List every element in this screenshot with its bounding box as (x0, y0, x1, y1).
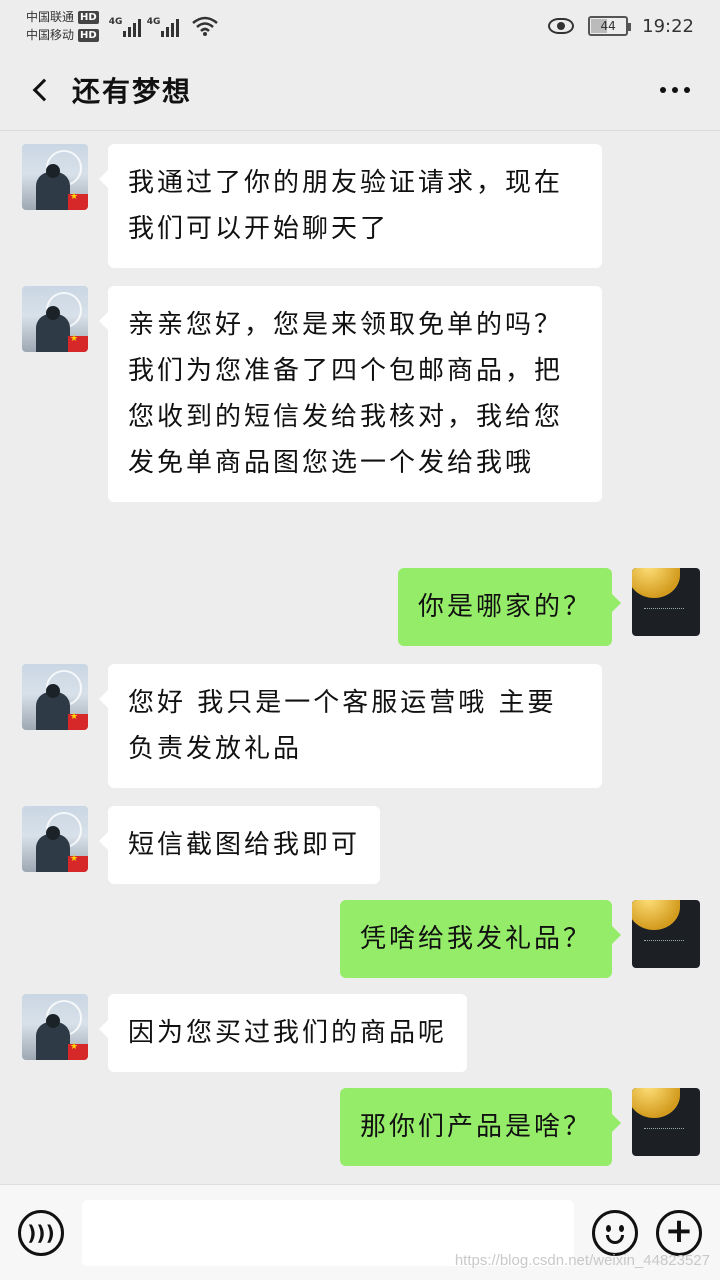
my-avatar[interactable] (632, 900, 700, 968)
plus-icon[interactable]: + (656, 1209, 702, 1256)
message-bubble[interactable]: 您好 我只是一个客服运营哦 主要负责发放礼品 (99, 664, 602, 788)
hd-badge: HD (78, 10, 99, 24)
my-avatar[interactable] (632, 568, 700, 636)
status-bar: 中国联通 HD 中国移动 HD 4G 4G 44 19:22 (0, 0, 720, 52)
hd-badge: HD (78, 28, 99, 42)
message-received: 亲亲您好，您是来领取免单的吗？我们为您准备了四个包邮商品，把您收到的短信发给我核… (0, 286, 720, 502)
friend-avatar[interactable] (22, 664, 88, 730)
message-sent: 你是哪家的？ (0, 568, 720, 646)
voice-icon[interactable]: ))) (18, 1209, 64, 1256)
message-bubble[interactable]: 凭啥给我发礼品？ (339, 900, 622, 978)
friend-avatar[interactable] (22, 144, 88, 210)
chat-title: 还有梦想 (72, 75, 193, 108)
carrier-2-name: 中国移动 (26, 28, 75, 42)
clock: 19:22 (642, 15, 694, 37)
signal-1-icon: 4G (109, 17, 141, 37)
emoji-icon[interactable] (592, 1209, 638, 1256)
my-avatar[interactable] (632, 1088, 700, 1156)
message-bubble[interactable]: 你是哪家的？ (397, 568, 622, 646)
message-list[interactable]: 我通过了你的朋友验证请求，现在我们可以开始聊天了 亲亲您好，您是来领取免单的吗？… (0, 140, 720, 1180)
message-received: 您好 我只是一个客服运营哦 主要负责发放礼品 (0, 664, 720, 788)
friend-avatar[interactable] (22, 806, 88, 872)
message-bubble[interactable]: 因为您买过我们的商品呢 (98, 994, 468, 1072)
friend-avatar[interactable] (22, 994, 88, 1060)
carrier-1-name: 中国联通 (26, 10, 75, 24)
message-received: 我通过了你的朋友验证请求，现在我们可以开始聊天了 (0, 144, 720, 268)
battery-level: 44 (600, 19, 616, 33)
message-bubble[interactable]: 亲亲您好，您是来领取免单的吗？我们为您准备了四个包邮商品，把您收到的短信发给我核… (99, 286, 602, 502)
wifi-icon (191, 16, 218, 36)
battery-icon: 44 (588, 16, 632, 36)
header-divider (0, 130, 720, 131)
message-sent: 凭啥给我发礼品？ (0, 900, 720, 978)
message-received: 短信截图给我即可 (0, 806, 720, 884)
message-bubble[interactable]: 短信截图给我即可 (98, 806, 381, 884)
friend-avatar[interactable] (22, 286, 88, 352)
signal-2-icon: 4G (147, 17, 179, 37)
back-icon[interactable] (20, 70, 60, 110)
more-icon[interactable] (650, 77, 700, 103)
message-sent: 那你们产品是啥？ (0, 1088, 720, 1166)
message-bubble[interactable]: 我通过了你的朋友验证请求，现在我们可以开始聊天了 (99, 144, 602, 268)
eye-icon (548, 18, 575, 34)
message-bubble[interactable]: 那你们产品是啥？ (339, 1088, 622, 1166)
chat-header: 还有梦想 (0, 52, 720, 128)
message-received: 因为您买过我们的商品呢 (0, 994, 720, 1072)
watermark: https://blog.csdn.net/weixin_44823527 (454, 1252, 710, 1269)
